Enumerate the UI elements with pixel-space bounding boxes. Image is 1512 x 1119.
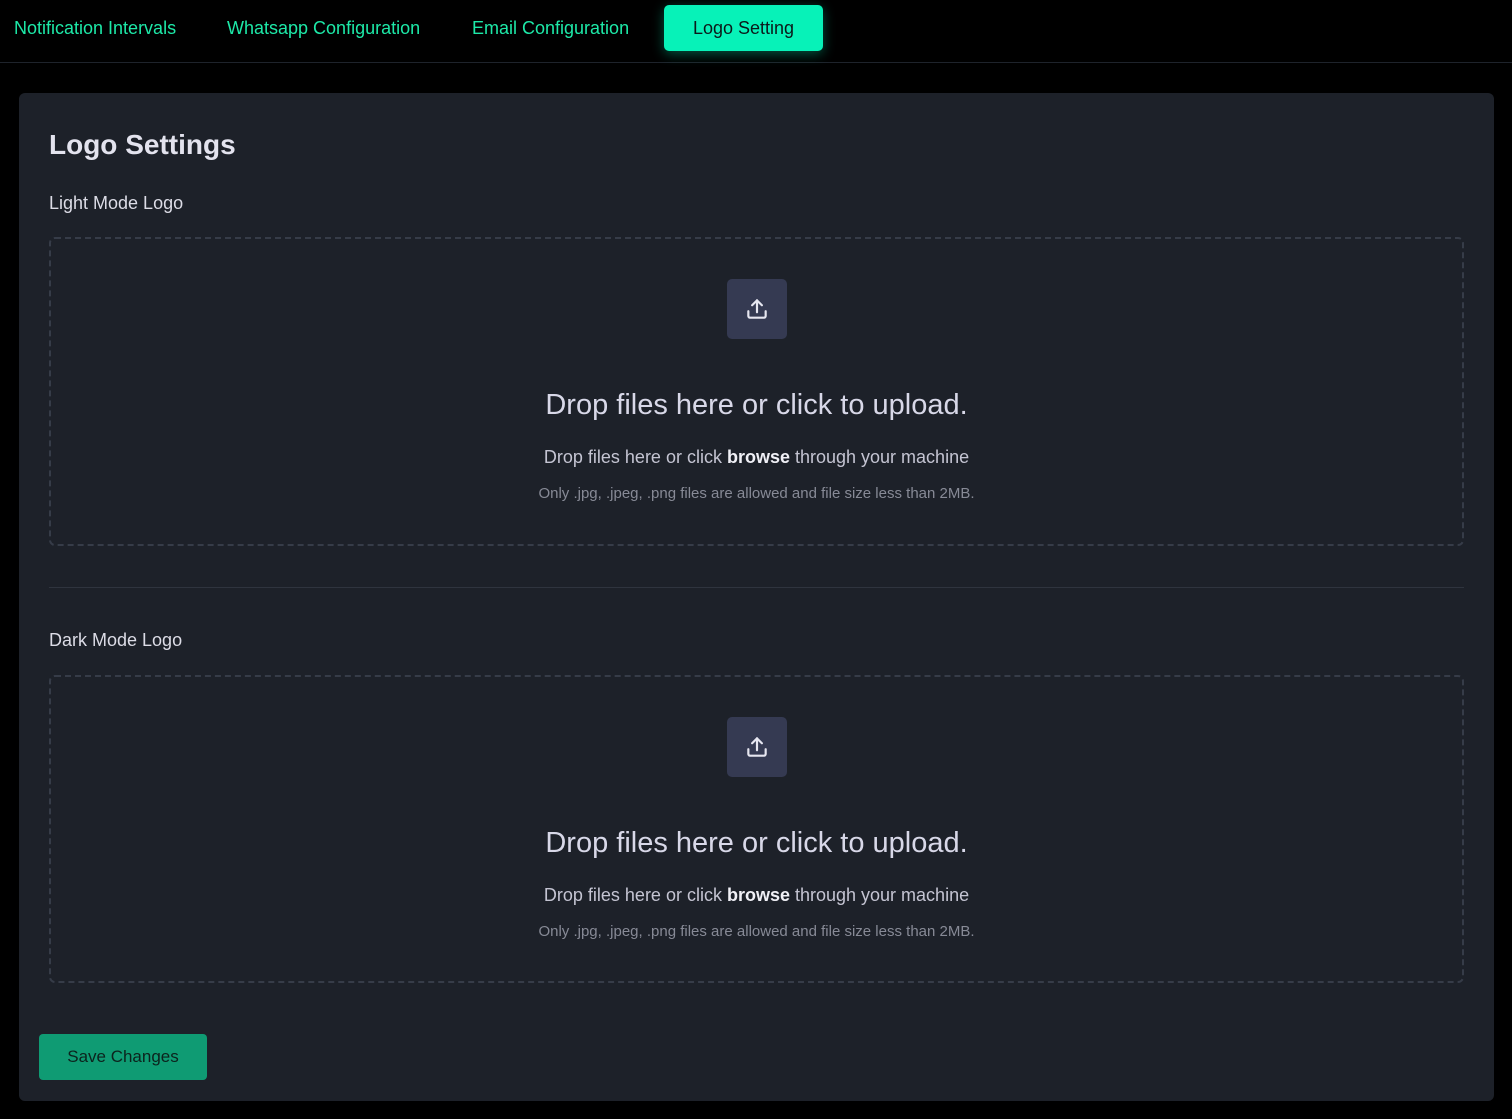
browse-link[interactable]: browse [727,885,790,905]
dark-logo-dropzone[interactable]: Drop files here or click to upload. Drop… [49,675,1464,983]
file-type-note: Only .jpg, .jpeg, .png files are allowed… [538,923,975,940]
tab-whatsapp-configuration[interactable]: Whatsapp Configuration [227,5,420,51]
dropzone-subtext: Drop files here or click browse through … [51,885,1462,906]
file-type-note: Only .jpg, .jpeg, .png files are allowed… [538,485,975,502]
dropzone-heading: Drop files here or click to upload. [545,389,968,421]
dropzone-subtext-after: through your machine [789,885,970,905]
dropzone-subtext: Drop files here or click browse through … [51,447,1462,468]
tab-logo-setting[interactable]: Logo Setting [664,5,823,51]
save-changes-button[interactable]: Save Changes [39,1034,207,1080]
dark-mode-logo-label: Dark Mode Logo [49,630,183,650]
dropzone-subtext-before: Drop files here or click [543,447,727,467]
upload-icon[interactable] [727,717,787,777]
tab-email-configuration[interactable]: Email Configuration [472,5,629,51]
dropzone-subtext-after: through your machine [789,447,970,467]
light-mode-logo-label: Light Mode Logo [49,193,184,213]
section-divider [49,587,1464,588]
logo-settings-card: Logo Settings Light Mode Logo Drop files… [19,93,1494,1101]
page-title: Logo Settings [49,129,236,160]
tab-notification-intervals[interactable]: Notification Intervals [14,5,176,51]
settings-tab-bar: Notification Intervals Whatsapp Configur… [0,0,1512,63]
dropzone-heading: Drop files here or click to upload. [545,827,968,859]
light-logo-dropzone[interactable]: Drop files here or click to upload. Drop… [49,237,1464,546]
browse-link[interactable]: browse [727,447,790,467]
upload-icon[interactable] [727,279,787,339]
dropzone-subtext-before: Drop files here or click [543,885,727,905]
